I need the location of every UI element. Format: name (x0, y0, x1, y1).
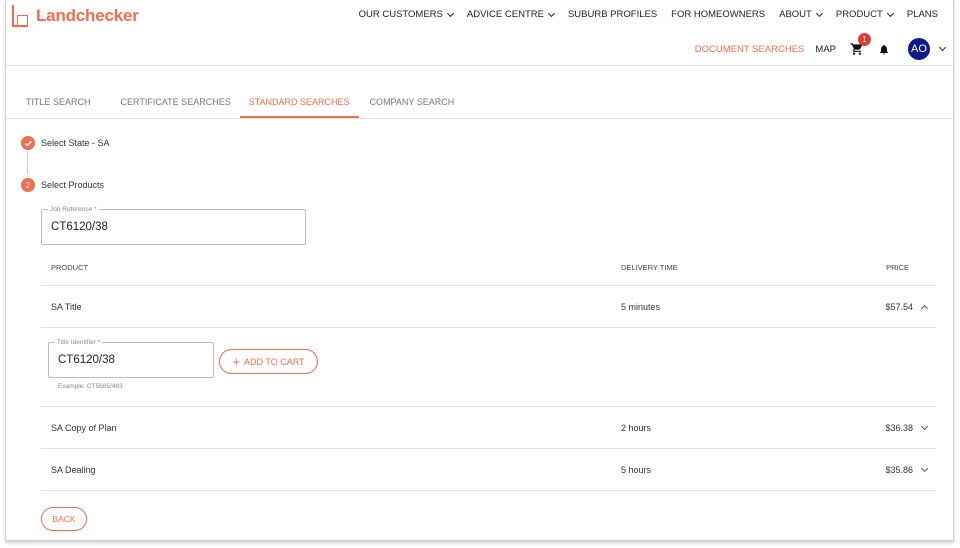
title-identifier-input[interactable] (58, 354, 207, 366)
document-searches-link[interactable]: DOCUMENT SEARCHES (695, 44, 805, 55)
nav-plans[interactable]: PLANS (900, 9, 945, 20)
nav-about[interactable]: ABOUT (772, 9, 829, 20)
nav-label: OUR CUSTOMERS (358, 9, 443, 20)
chevron-down-icon (886, 9, 894, 17)
nav-our-customers[interactable]: OUR CUSTOMERS (352, 9, 460, 20)
tab-company-search[interactable]: COMPANY SEARCH (361, 92, 464, 118)
price-value: $36.38 (885, 423, 913, 433)
tab-standard-searches[interactable]: STANDARD SEARCHES (239, 92, 359, 118)
chevron-down-icon (547, 9, 555, 17)
column-header-delivery-time: DELIVERY TIME (621, 263, 678, 272)
bell-icon[interactable] (878, 43, 890, 56)
price-value: $35.86 (885, 465, 913, 475)
step-select-state[interactable]: Select State - SA (41, 138, 110, 148)
step-number-badge: 2 (21, 178, 35, 192)
column-header-product: PRODUCT (51, 263, 89, 272)
user-toolbar: DOCUMENT SEARCHES MAP 1 AO (695, 33, 947, 61)
column-header-price: PRICE (886, 263, 909, 272)
chevron-down-icon[interactable] (920, 422, 929, 431)
nav-label: ABOUT (779, 9, 812, 20)
account-chevron-down-icon[interactable] (938, 43, 947, 52)
tabs-divider (6, 118, 953, 119)
job-reference-input[interactable] (51, 221, 299, 233)
add-to-cart-button[interactable]: + ADD TO CART (219, 349, 318, 374)
back-button[interactable]: BACK (41, 507, 87, 531)
add-to-cart-label: ADD TO CART (244, 356, 305, 367)
nav-for-homeowners[interactable]: FOR HOMEOWNERS (664, 9, 772, 20)
nav-product[interactable]: PRODUCT (829, 9, 900, 20)
nav-label: PRODUCT (835, 9, 883, 20)
product-name: SA Copy of Plan (51, 423, 117, 433)
nav-label: FOR HOMEOWNERS (671, 9, 766, 20)
avatar[interactable]: AO (908, 38, 930, 60)
price-cell: $35.86 (885, 464, 929, 475)
nav-suburb-profiles[interactable]: SUBURB PROFILES (561, 9, 664, 20)
delivery-time: 5 minutes (621, 302, 661, 312)
nav-label: PLANS (906, 9, 938, 20)
row-divider (41, 490, 936, 491)
chevron-down-icon (815, 9, 823, 17)
row-divider (41, 448, 936, 449)
chevron-down-icon (446, 9, 454, 17)
header-divider (6, 65, 953, 66)
step-select-products: Select Products (41, 180, 105, 190)
row-divider (41, 406, 936, 407)
chevron-up-icon[interactable] (920, 304, 929, 313)
row-divider (41, 327, 936, 328)
job-reference-label: Job Reference * (48, 205, 99, 214)
price-cell: $36.38 (885, 422, 929, 433)
tab-title-search[interactable]: TITLE SEARCH (17, 92, 100, 118)
map-link[interactable]: MAP (815, 44, 836, 55)
product-name: SA Title (51, 302, 82, 312)
title-identifier-field[interactable]: Title Identifier * (48, 338, 214, 378)
title-identifier-label: Title Identifier * (55, 338, 103, 347)
logo-mark-icon (12, 5, 30, 27)
logo-text: Landchecker (36, 6, 139, 25)
shopping-cart-icon[interactable]: 1 (850, 33, 871, 56)
logo[interactable]: Landchecker (12, 5, 139, 27)
price-cell: $57.54 (885, 302, 929, 313)
cart-count-badge: 1 (858, 33, 871, 46)
check-icon (21, 136, 35, 150)
top-navigation: OUR CUSTOMERS ADVICE CENTRE SUBURB PROFI… (352, 9, 945, 20)
app-window: Landchecker OUR CUSTOMERS ADVICE CENTRE … (5, 0, 954, 541)
plus-icon: + (232, 353, 241, 369)
job-reference-field[interactable]: Job Reference * (41, 205, 306, 245)
nav-label: SUBURB PROFILES (567, 9, 658, 20)
tab-certificate-searches[interactable]: CERTIFICATE SEARCHES (112, 92, 240, 118)
delivery-time: 5 hours (621, 465, 652, 475)
title-identifier-example: Example: CT5685/463 (58, 383, 123, 390)
chevron-down-icon[interactable] (920, 464, 929, 473)
price-value: $57.54 (885, 302, 913, 312)
step-connector (27, 151, 28, 174)
row-divider (41, 285, 936, 286)
nav-advice-centre[interactable]: ADVICE CENTRE (460, 9, 561, 20)
product-name: SA Dealing (51, 465, 96, 475)
delivery-time: 2 hours (621, 423, 652, 433)
nav-label: ADVICE CENTRE (466, 9, 544, 20)
search-tabs: TITLE SEARCH CERTIFICATE SEARCHES STANDA… (17, 92, 463, 118)
